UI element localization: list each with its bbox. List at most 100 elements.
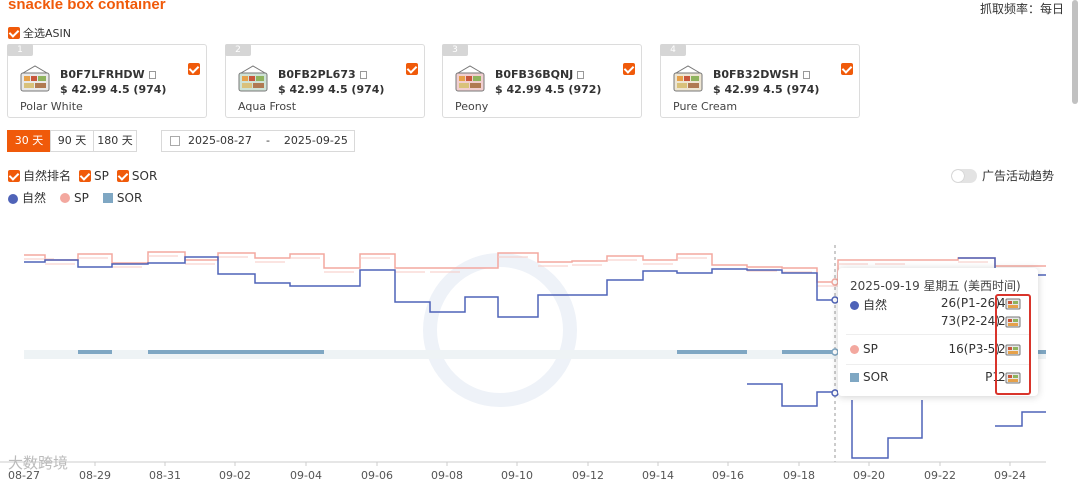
product-card[interactable]: 4 B0FB32DWSH $ 42.99 4.5 (974) Pure Crea… — [660, 44, 860, 118]
x-tick-label: 09-02 — [219, 469, 251, 482]
x-tick-label: 09-18 — [783, 469, 815, 482]
x-tick-label: 09-08 — [431, 469, 463, 482]
toggle-organic[interactable]: 自然排名 — [8, 167, 71, 184]
variant-name: Peony — [455, 100, 489, 113]
product-thumbnail — [238, 65, 268, 92]
date-separator: - — [265, 134, 270, 147]
ad-trend-toggle[interactable]: 广告活动趋势 — [950, 167, 1054, 184]
product-thumbnail — [455, 65, 485, 92]
toggle-sp[interactable]: SP — [79, 167, 109, 184]
date-start: 2025-08-27 — [188, 134, 252, 147]
tooltip-marker — [850, 345, 859, 354]
legend-organic[interactable]: 自然 — [8, 189, 46, 206]
x-tick-label: 09-24 — [994, 469, 1026, 482]
calendar-icon — [170, 136, 180, 146]
legend-sor-marker — [102, 193, 113, 203]
x-tick-label: 09-14 — [642, 469, 674, 482]
product-thumbnail — [673, 65, 703, 92]
x-tick-label: 09-12 — [572, 469, 604, 482]
crawl-frequency: 抓取频率：每日 — [979, 2, 1064, 16]
card-number: 1 — [7, 44, 33, 56]
highlight-box — [995, 294, 1031, 395]
ad-trend-switch[interactable] — [950, 168, 977, 183]
ad-trend-label: 广告活动趋势 — [981, 169, 1054, 183]
x-tick-label: 08-29 — [79, 469, 111, 482]
sor-checkbox[interactable] — [116, 169, 129, 182]
tooltip-marker — [850, 373, 859, 382]
x-tick-label: 09-04 — [290, 469, 322, 482]
product-thumbnail — [20, 65, 50, 92]
tooltip-row: 自然 — [850, 296, 887, 313]
watermark: 大数跨境 — [8, 454, 69, 472]
asin-text: B0FB36BQNJ — [495, 68, 574, 81]
product-card[interactable]: 3 B0FB36BQNJ $ 42.99 4.5 (972) Peony — [442, 44, 642, 118]
select-all-label: 全选ASIN — [23, 27, 71, 40]
range-buttons: 30 天 90 天 180 天 — [7, 130, 137, 152]
organic-series-line-5 — [995, 411, 1046, 427]
card-number: 2 — [225, 44, 251, 56]
product-card[interactable]: 1 B0F7LFRHDW $ 42.99 4.5 (974) Polar Whi… — [7, 44, 207, 118]
copy-icon[interactable] — [148, 71, 156, 79]
card-checkbox[interactable] — [623, 63, 635, 75]
asin-label[interactable]: B0F7LFRHDW — [60, 68, 156, 81]
x-tick-label: 09-20 — [853, 469, 885, 482]
sp-checkbox[interactable] — [79, 169, 92, 182]
scrollbar[interactable] — [1072, 0, 1078, 104]
watermark-logo — [423, 253, 577, 407]
legend-sp-label: SP — [74, 190, 89, 205]
organic-series-line-2 — [747, 383, 838, 407]
asin-label[interactable]: B0FB2PL673 — [278, 68, 367, 81]
x-tick-label: 08-31 — [149, 469, 181, 482]
product-card[interactable]: 2 B0FB2PL673 $ 42.99 4.5 (974) Aqua Fros… — [225, 44, 425, 118]
tooltip-row: SOR — [850, 370, 888, 384]
date-range-picker[interactable]: 2025-08-27 - 2025-09-25 — [161, 130, 355, 152]
variant-name: Pure Cream — [673, 100, 738, 113]
legend-sor-label: SOR — [116, 190, 143, 205]
card-checkbox[interactable] — [188, 63, 200, 75]
asin-label[interactable]: B0FB36BQNJ — [495, 68, 585, 81]
range-180-button[interactable]: 180 天 — [93, 130, 137, 152]
range-90-button[interactable]: 90 天 — [50, 130, 94, 152]
tooltip-label: 自然 — [863, 298, 888, 312]
toggle-sor-label: SOR — [131, 168, 158, 183]
asin-label[interactable]: B0FB32DWSH — [713, 68, 810, 81]
x-tick-label: 09-22 — [924, 469, 956, 482]
legend-sor[interactable]: SOR — [102, 190, 143, 205]
card-number: 3 — [442, 44, 468, 56]
price-rating: $ 42.99 4.5 (974) — [713, 83, 820, 96]
tooltip-row: SP — [850, 342, 878, 356]
toggle-sor[interactable]: SOR — [116, 167, 158, 184]
card-checkbox[interactable] — [406, 63, 418, 75]
tooltip-label: SP — [863, 342, 878, 356]
organic-checkbox[interactable] — [8, 169, 20, 182]
asin-text: B0FB2PL673 — [278, 68, 356, 81]
x-tick-label: 09-06 — [361, 469, 393, 482]
chart-legend: 自然 SP SOR — [8, 189, 142, 206]
legend-sp[interactable]: SP — [60, 191, 89, 205]
range-30-button[interactable]: 30 天 — [7, 130, 51, 152]
copy-icon[interactable] — [359, 71, 367, 79]
x-tick-label: 09-16 — [712, 469, 744, 482]
x-tick-label: 09-10 — [501, 469, 533, 482]
tooltip-value: 16(P3-5) — [948, 342, 1000, 356]
organic-series-line-3 — [851, 400, 923, 459]
series-toggles: 自然排名 SP SOR — [8, 167, 157, 184]
tooltip-value: 73(P2-24) — [940, 314, 1000, 328]
variant-name: Aqua Frost — [238, 100, 297, 113]
card-checkbox[interactable] — [841, 63, 853, 75]
price-rating: $ 42.99 4.5 (974) — [60, 83, 167, 96]
copy-icon[interactable] — [802, 71, 810, 79]
tooltip-value: 26(P1-26) — [940, 296, 1000, 310]
page-title: snackle box container — [8, 0, 166, 13]
select-all-checkbox[interactable] — [8, 27, 20, 39]
date-end: 2025-09-25 — [283, 134, 348, 147]
toggle-sp-label: SP — [94, 168, 109, 183]
legend-sp-marker — [60, 193, 71, 203]
copy-icon[interactable] — [577, 71, 585, 79]
tooltip-label: SOR — [863, 370, 889, 384]
variant-name: Polar White — [20, 100, 83, 113]
card-number: 4 — [660, 44, 686, 56]
toggle-organic-label: 自然排名 — [23, 169, 72, 183]
select-all-asin[interactable]: 全选ASIN — [8, 25, 71, 41]
price-rating: $ 42.99 4.5 (974) — [278, 83, 385, 96]
